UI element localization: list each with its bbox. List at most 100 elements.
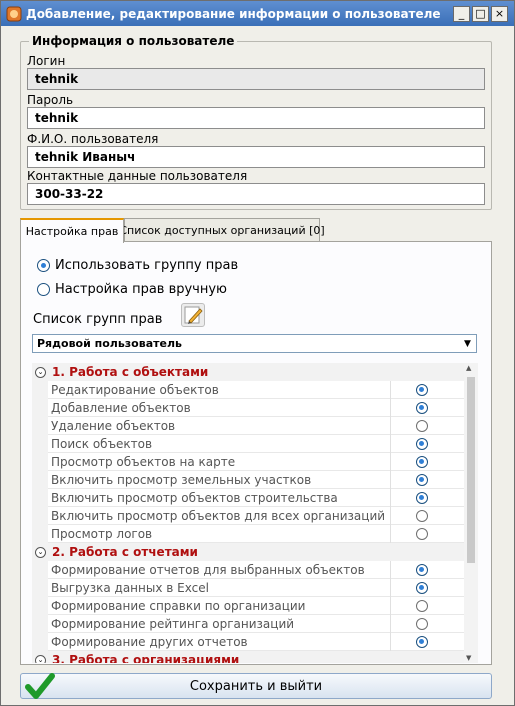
rights-item: Формирование справки по организации	[32, 596, 475, 615]
rights-item-label: Включить просмотр земельных участков	[51, 472, 312, 487]
rights-item-label: Выгрузка данных в Excel	[51, 580, 209, 595]
rights-item-check-cell	[390, 578, 452, 597]
rights-item-gutter	[32, 434, 48, 453]
window-title: Добавление, редактирование информации о …	[26, 6, 441, 21]
rights-item-radio[interactable]	[415, 563, 428, 576]
use-group-option[interactable]: Использовать группу прав	[37, 258, 238, 273]
rights-item-radio[interactable]	[415, 491, 428, 504]
rights-item-label: Формирование других отчетов	[51, 634, 248, 649]
password-field[interactable]: tehnik	[27, 107, 485, 129]
rights-item-gutter	[32, 524, 48, 543]
rights-item-label: Формирование отчетов для выбранных объек…	[51, 562, 365, 577]
rights-item-label: Формирование рейтинга организаций	[51, 616, 295, 631]
use-group-radio[interactable]	[37, 259, 50, 272]
user-info-legend: Информация о пользователе	[29, 34, 238, 48]
rights-item-gutter	[32, 560, 48, 579]
scroll-down-icon[interactable]: ▼	[466, 654, 471, 662]
rights-item-check-cell	[390, 434, 452, 453]
scroll-up-icon[interactable]: ▲	[466, 364, 471, 372]
contact-field[interactable]: 300-33-22	[27, 183, 485, 205]
rights-item-label: Просмотр объектов на карте	[51, 454, 236, 469]
password-label: Пароль	[27, 93, 74, 107]
rights-item-label: Удаление объектов	[51, 418, 176, 433]
rights-settings-panel: Использовать группу прав Настройка прав …	[20, 241, 492, 665]
rights-item-gutter	[32, 416, 48, 435]
save-and-exit-button[interactable]: Сохранить и выйти	[20, 673, 492, 699]
checkmark-icon	[25, 673, 55, 699]
rights-category[interactable]: ⌄ 1. Работа с объектами	[32, 363, 475, 381]
rights-item-label: Формирование справки по организации	[51, 598, 306, 613]
rights-list: ⌄ 1. Работа с объектами Редактирование объ…	[32, 363, 475, 663]
rights-item: Просмотр логов	[32, 524, 475, 543]
contact-label: Контактные данные пользователя	[27, 169, 248, 183]
rights-item-check-cell	[390, 632, 452, 651]
rights-item-check-cell	[390, 560, 452, 579]
login-field[interactable]: tehnik	[27, 68, 485, 90]
rights-item: Выгрузка данных в Excel	[32, 578, 475, 597]
rights-category[interactable]: ⌄ 2. Работа с отчетами	[32, 543, 475, 561]
rights-item-check-cell	[390, 596, 452, 615]
rights-item: Удаление объектов	[32, 416, 475, 435]
rights-item-radio[interactable]	[415, 455, 428, 468]
rights-item-label: Поиск объектов	[51, 436, 153, 451]
rights-item-label: Включить просмотр объектов для всех орга…	[51, 508, 386, 523]
group-select-value: Рядовой пользователь	[37, 337, 182, 350]
rights-item: Поиск объектов	[32, 434, 475, 453]
rights-item-check-cell	[390, 398, 452, 417]
rights-item-radio[interactable]	[415, 383, 428, 396]
rights-item: Формирование отчетов для выбранных объек…	[32, 560, 475, 579]
edit-groups-button[interactable]	[181, 303, 205, 327]
rights-item-radio[interactable]	[415, 473, 428, 486]
rights-item-gutter	[32, 452, 48, 471]
rights-item-radio[interactable]	[415, 599, 428, 612]
tab-available-organizations[interactable]: Список доступных организаций [0]	[119, 218, 325, 242]
use-group-label: Использовать группу прав	[55, 258, 239, 273]
rights-item-radio[interactable]	[415, 617, 428, 630]
rights-category[interactable]: ⌄ 3. Работа с организациями	[32, 651, 475, 663]
chevron-down-icon[interactable]: ▼	[459, 335, 476, 352]
collapse-icon[interactable]: ⌄	[35, 366, 46, 378]
rights-item: Включить просмотр земельных участков	[32, 470, 475, 489]
rights-item-radio[interactable]	[415, 419, 428, 432]
rights-item-radio[interactable]	[415, 635, 428, 648]
rights-item: Просмотр объектов на карте	[32, 452, 475, 471]
rights-item-check-cell	[390, 614, 452, 633]
collapse-icon[interactable]: ⌄	[35, 546, 46, 558]
rights-item-gutter	[32, 578, 48, 597]
rights-item-gutter	[32, 470, 48, 489]
rights-item-radio[interactable]	[415, 581, 428, 594]
rights-item-gutter	[32, 398, 48, 417]
rights-item-label: Просмотр логов	[51, 526, 153, 541]
rights-item-label: Добавление объектов	[51, 400, 191, 415]
rights-item-check-cell	[390, 470, 452, 489]
rights-item: Редактирование объектов	[32, 380, 475, 399]
group-select[interactable]: Рядовой пользователь ▼	[32, 334, 477, 353]
rights-item-check-cell	[390, 524, 452, 543]
manual-radio[interactable]	[37, 283, 50, 296]
rights-item-radio[interactable]	[415, 401, 428, 414]
rights-item-radio[interactable]	[415, 527, 428, 540]
rights-item-check-cell	[390, 380, 452, 399]
title-bar[interactable]: Добавление, редактирование информации о …	[1, 1, 514, 26]
fullname-field[interactable]: tehnik Иваныч	[27, 146, 485, 168]
user-info-group: Информация о пользователе Логин tehnik П…	[20, 34, 492, 210]
maximize-button[interactable]: □	[472, 5, 489, 22]
scrollbar-thumb[interactable]	[467, 377, 475, 563]
rights-category-title: 3. Работа с организациями	[52, 653, 240, 663]
rights-item-gutter	[32, 506, 48, 525]
rights-item-radio[interactable]	[415, 509, 428, 522]
tab-rights-settings[interactable]: Настройка прав	[20, 218, 124, 243]
collapse-icon[interactable]: ⌄	[35, 654, 46, 663]
rights-category-title: 1. Работа с объектами	[52, 365, 209, 379]
rights-item-check-cell	[390, 416, 452, 435]
rights-scrollbar[interactable]: ▲ ▼	[464, 363, 478, 663]
manual-option[interactable]: Настройка прав вручную	[37, 282, 227, 297]
manual-label: Настройка прав вручную	[55, 282, 228, 297]
rights-item: Включить просмотр объектов для всех орга…	[32, 506, 475, 525]
app-icon	[6, 6, 22, 22]
save-and-exit-label: Сохранить и выйти	[189, 678, 323, 694]
minimize-button[interactable]: _	[453, 5, 470, 22]
rights-item-gutter	[32, 596, 48, 615]
rights-item-radio[interactable]	[415, 437, 428, 450]
close-button[interactable]: ×	[491, 5, 508, 22]
